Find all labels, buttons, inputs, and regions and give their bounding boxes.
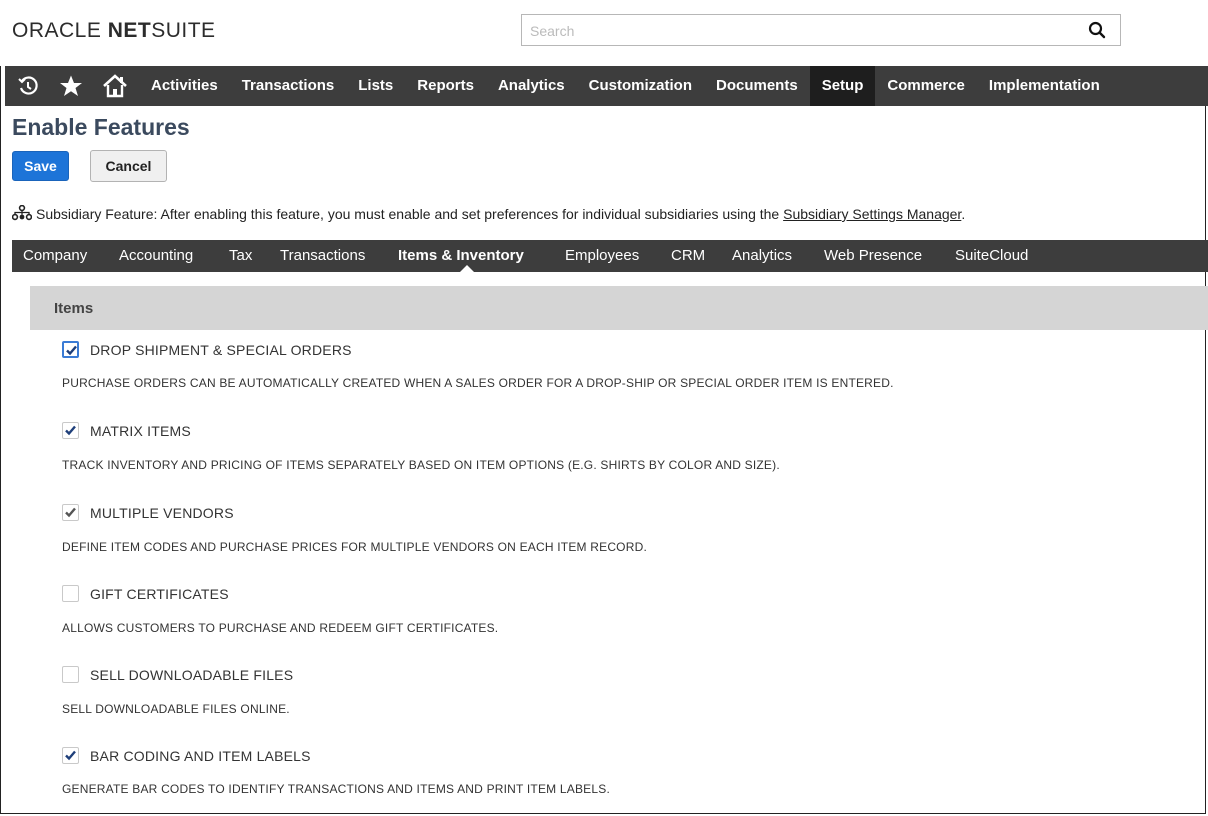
- nav-lists[interactable]: Lists: [346, 66, 405, 106]
- main-nav: Activities Transactions Lists Reports An…: [5, 66, 1208, 106]
- feature-description: GENERATE BAR CODES TO IDENTIFY TRANSACTI…: [62, 782, 610, 796]
- nav-commerce[interactable]: Commerce: [875, 66, 977, 106]
- shortcuts-star-icon[interactable]: [51, 66, 91, 106]
- nav-reports[interactable]: Reports: [405, 66, 486, 106]
- checkbox-multiple-vendors[interactable]: [62, 504, 79, 521]
- nav-implementation[interactable]: Implementation: [977, 66, 1112, 106]
- feature-label: MULTIPLE VENDORS: [90, 505, 234, 521]
- feature-description: DEFINE ITEM CODES AND PURCHASE PRICES FO…: [62, 540, 647, 554]
- checkmark-icon: [66, 345, 77, 356]
- search-icon[interactable]: [1088, 21, 1106, 39]
- subsidiary-settings-manager-link[interactable]: Subsidiary Settings Manager: [783, 206, 961, 222]
- nav-customization[interactable]: Customization: [577, 66, 704, 106]
- nav-activities[interactable]: Activities: [139, 66, 230, 106]
- feature-label: SELL DOWNLOADABLE FILES: [90, 667, 294, 683]
- feature-label: BAR CODING AND ITEM LABELS: [90, 748, 311, 764]
- tab-employees[interactable]: Employees: [565, 240, 639, 272]
- search-input[interactable]: [528, 20, 1072, 42]
- save-button[interactable]: Save: [12, 151, 69, 181]
- checkbox-bar-coding[interactable]: [62, 747, 79, 764]
- nav-analytics[interactable]: Analytics: [486, 66, 577, 106]
- subsidiary-notice: Subsidiary Feature: After enabling this …: [11, 204, 966, 222]
- checkbox-matrix-items[interactable]: [62, 422, 79, 439]
- tab-web-presence[interactable]: Web Presence: [824, 240, 922, 272]
- recent-records-icon[interactable]: [5, 66, 51, 106]
- checkbox-gift-certificates[interactable]: [62, 585, 79, 602]
- active-tab-pointer: [459, 265, 475, 273]
- checkmark-icon: [65, 425, 76, 436]
- section-title: Items: [54, 300, 94, 317]
- feature-description: ALLOWS CUSTOMERS TO PURCHASE AND REDEEM …: [62, 621, 499, 635]
- home-icon[interactable]: [91, 66, 139, 106]
- cancel-button[interactable]: Cancel: [90, 150, 167, 182]
- tab-company[interactable]: Company: [23, 240, 87, 272]
- subsidiary-hierarchy-icon: [11, 204, 33, 221]
- tab-accounting[interactable]: Accounting: [119, 240, 193, 272]
- checkmark-icon: [65, 507, 76, 518]
- feature-description: SELL DOWNLOADABLE FILES ONLINE.: [62, 702, 290, 716]
- checkmark-icon: [65, 750, 76, 761]
- feature-label: DROP SHIPMENT & SPECIAL ORDERS: [90, 342, 352, 358]
- tab-suitecloud[interactable]: SuiteCloud: [955, 240, 1028, 272]
- tab-tax[interactable]: Tax: [229, 240, 252, 272]
- feature-label: GIFT CERTIFICATES: [90, 586, 229, 602]
- notice-text: Subsidiary Feature: After enabling this …: [36, 206, 784, 222]
- page-title: Enable Features: [12, 114, 190, 140]
- tab-analytics[interactable]: Analytics: [732, 240, 792, 272]
- logo-part-1: ORACLE: [12, 19, 108, 42]
- feature-description: TRACK INVENTORY AND PRICING OF ITEMS SEP…: [62, 458, 780, 472]
- tab-crm[interactable]: CRM: [671, 240, 705, 272]
- logo-part-3: SUITE: [151, 19, 216, 42]
- feature-description: PURCHASE ORDERS CAN BE AUTOMATICALLY CRE…: [62, 376, 894, 390]
- section-header-items[interactable]: Items: [30, 286, 1208, 330]
- global-search: [521, 14, 1121, 46]
- oracle-netsuite-logo[interactable]: ORACLE NETSUITE: [12, 19, 216, 43]
- nav-documents[interactable]: Documents: [704, 66, 810, 106]
- checkbox-sell-downloadable-files[interactable]: [62, 666, 79, 683]
- notice-end: .: [961, 206, 966, 222]
- feature-tabs: Company Accounting Tax Transactions Item…: [12, 240, 1208, 272]
- checkbox-drop-shipment[interactable]: [62, 341, 79, 358]
- logo-part-2: NET: [107, 19, 152, 42]
- nav-transactions[interactable]: Transactions: [230, 66, 347, 106]
- nav-setup[interactable]: Setup: [809, 66, 876, 106]
- tab-transactions[interactable]: Transactions: [280, 240, 365, 272]
- header: ORACLE NETSUITE: [0, 0, 1208, 66]
- feature-label: MATRIX ITEMS: [90, 423, 191, 439]
